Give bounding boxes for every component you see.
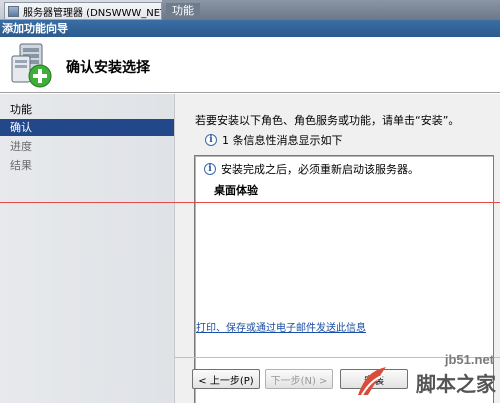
restart-note-text: 安装完成之后，必须重新启动该服务器。 — [221, 163, 419, 176]
next-button[interactable]: 下一步(N) > — [265, 369, 333, 389]
watermark-logo-icon — [358, 367, 386, 396]
page-title: 确认安装选择 — [66, 60, 150, 76]
info-icon: i — [204, 163, 216, 175]
print-save-email-link[interactable]: 打印、保存或通过电子邮件发送此信息 — [196, 319, 366, 334]
step-features[interactable]: 功能 — [0, 101, 174, 118]
watermark-name: 脚本之家 — [416, 372, 496, 396]
background-window-title: 功能 — [166, 3, 200, 18]
server-manager-icon — [8, 5, 19, 17]
wizard-steps-sidebar: 功能 确认 进度 结果 — [0, 94, 174, 403]
server-add-icon — [11, 43, 52, 88]
step-progress: 进度 — [10, 140, 32, 153]
red-guide-line — [0, 202, 500, 203]
background-titlebar — [162, 0, 500, 20]
wizard-titlebar: 添加功能向导 — [0, 20, 500, 37]
intro-text: 若要安装以下角色、角色服务或功能，请单击“安装”。 — [195, 114, 460, 127]
info-message-text: 1 条信息性消息显示如下 — [222, 134, 343, 147]
watermark-url: jb51.net — [444, 352, 494, 367]
info-message-line: i 1 条信息性消息显示如下 — [205, 132, 343, 148]
step-confirm[interactable]: 确认 — [0, 119, 174, 136]
wizard-header: 确认安装选择 — [0, 37, 500, 93]
info-icon: i — [205, 134, 217, 146]
previous-button[interactable]: < 上一步(P) — [192, 369, 260, 389]
server-manager-tab[interactable]: 服务器管理器 (DNSWWW_NET) — [4, 2, 162, 19]
list-item: 桌面体验 — [214, 184, 258, 197]
server-manager-tab-label: 服务器管理器 (DNSWWW_NET) — [23, 7, 162, 19]
step-results: 结果 — [10, 159, 32, 172]
restart-note: i 安装完成之后，必须重新启动该服务器。 — [204, 161, 419, 177]
